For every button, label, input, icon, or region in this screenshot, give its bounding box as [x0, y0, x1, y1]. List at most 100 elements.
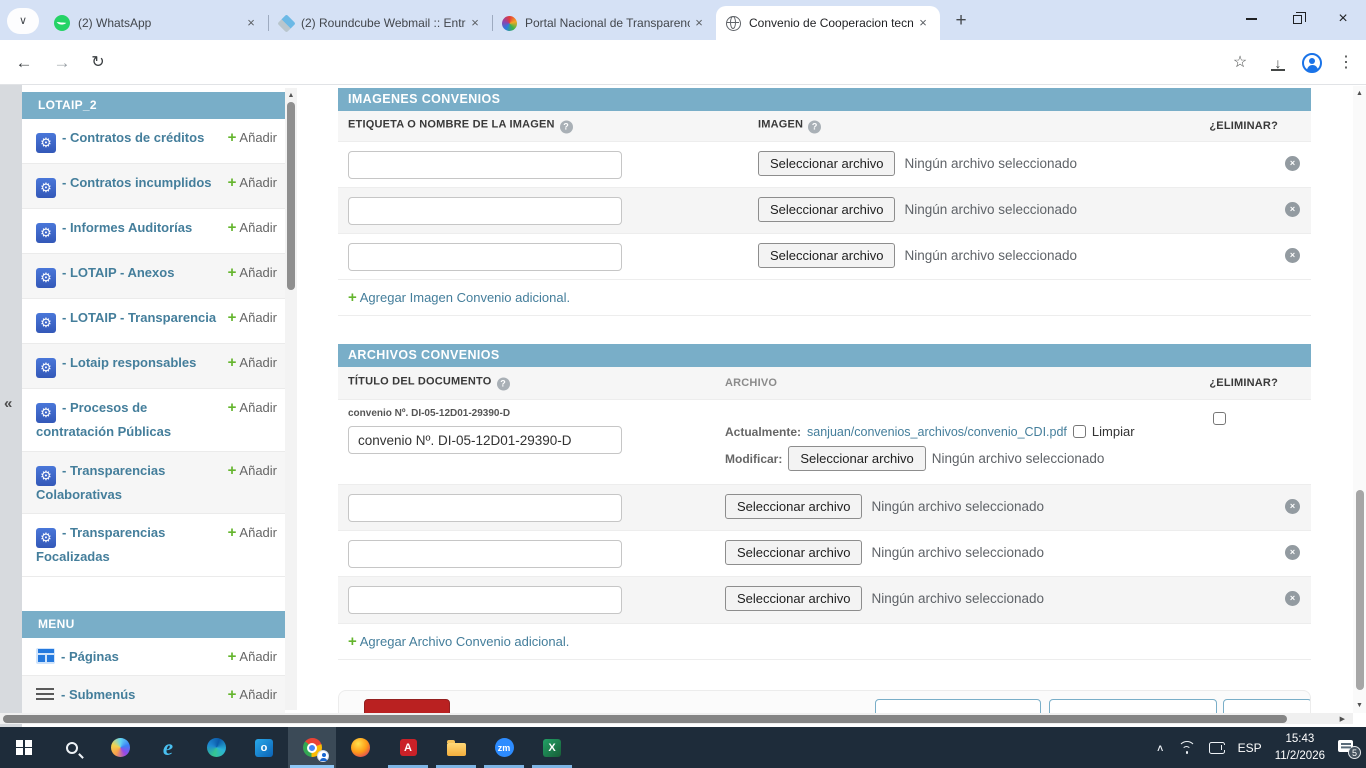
add-file-link[interactable]: Agregar Archivo Convenio adicional.	[360, 634, 570, 649]
select-file-button[interactable]: Seleccionar archivo	[725, 586, 862, 611]
select-file-button[interactable]: Seleccionar archivo	[725, 494, 862, 519]
vertical-scrollbar[interactable]: ▲ ▼	[1353, 86, 1366, 713]
sidebar-item-contratos-incumplidos[interactable]: ⚙- Contratos incumplidos +Añadir	[22, 164, 285, 209]
language-indicator[interactable]: ESP	[1238, 741, 1262, 755]
add-link[interactable]: +Añadir	[228, 219, 277, 236]
tab-portal-transparencia[interactable]: Portal Nacional de Transparenc ×	[492, 6, 716, 40]
taskbar-edge-button[interactable]	[192, 727, 240, 768]
delete-row-icon[interactable]: ×	[1285, 248, 1300, 263]
scroll-right-icon[interactable]: ▶	[1340, 715, 1345, 723]
sidebar-item-transparencias-focalizadas[interactable]: ⚙- Transparencias Focalizadas +Añadir	[22, 514, 285, 577]
add-link[interactable]: +Añadir	[228, 686, 277, 703]
sidebar-item-procesos-contratacion[interactable]: ⚙- Procesos de contratación Públicas +Añ…	[22, 389, 285, 452]
select-file-button[interactable]: Seleccionar archivo	[758, 151, 895, 176]
sidebar-scrollbar[interactable]: ▲	[285, 88, 297, 710]
sidebar-scrollbar-thumb[interactable]	[287, 102, 295, 290]
scroll-down-icon[interactable]: ▼	[1353, 702, 1366, 709]
select-file-button[interactable]: Seleccionar archivo	[758, 243, 895, 268]
window-minimize-button[interactable]	[1228, 0, 1274, 38]
tab-whatsapp[interactable]: (2) WhatsApp ×	[44, 6, 268, 40]
delete-row-icon[interactable]: ×	[1285, 202, 1300, 217]
add-link[interactable]: +Añadir	[228, 174, 277, 191]
window-maximize-button[interactable]	[1274, 0, 1320, 38]
delete-row-icon[interactable]: ×	[1285, 591, 1300, 606]
add-link[interactable]: +Añadir	[228, 399, 277, 416]
save-continue-button[interactable]	[1049, 699, 1217, 713]
document-title-input[interactable]	[348, 494, 622, 522]
scroll-up-icon[interactable]: ▲	[285, 88, 297, 99]
refresh-button[interactable]: ↻	[84, 49, 112, 77]
sidebar-item-submenus[interactable]: - Submenús +Añadir	[22, 676, 285, 715]
taskbar-copilot-button[interactable]	[96, 727, 144, 768]
taskbar-outlook-button[interactable]: o	[240, 727, 288, 768]
delete-row-icon[interactable]: ×	[1285, 499, 1300, 514]
tab-close-icon[interactable]: ×	[466, 14, 484, 32]
add-link[interactable]: +Añadir	[228, 354, 277, 371]
bookmark-star-icon[interactable]: ☆	[1226, 49, 1254, 77]
profile-avatar-icon[interactable]	[1302, 53, 1322, 73]
clock[interactable]: 15:43 11/2/2026	[1275, 731, 1325, 764]
start-button[interactable]	[0, 727, 48, 768]
add-link[interactable]: +Añadir	[228, 462, 277, 479]
notifications-icon[interactable]: 5	[1338, 739, 1358, 757]
image-label-input[interactable]	[348, 151, 622, 179]
sidebar-item-transparencias-colaborativas[interactable]: ⚙- Transparencias Colaborativas +Añadir	[22, 452, 285, 515]
sidebar-item-lotaip-responsables[interactable]: ⚙- Lotaip responsables +Añadir	[22, 344, 285, 389]
select-file-button[interactable]: Seleccionar archivo	[758, 197, 895, 222]
add-link[interactable]: +Añadir	[228, 648, 277, 665]
taskbar-zoom-button[interactable]: zm	[480, 727, 528, 768]
taskbar-file-explorer-button[interactable]	[432, 727, 480, 768]
downloads-icon[interactable]: ↓	[1264, 49, 1292, 77]
document-title-input[interactable]	[348, 426, 622, 454]
display-icon[interactable]	[1209, 742, 1225, 754]
tab-convenio-active[interactable]: Convenio de Cooperacion tecni ×	[716, 6, 940, 40]
save-button[interactable]	[1223, 699, 1311, 713]
delete-row-icon[interactable]: ×	[1285, 156, 1300, 171]
tab-roundcube[interactable]: (2) Roundcube Webmail :: Entra ×	[268, 6, 492, 40]
select-file-button[interactable]: Seleccionar archivo	[725, 540, 862, 565]
tab-close-icon[interactable]: ×	[914, 14, 932, 32]
wifi-icon[interactable]	[1178, 741, 1196, 754]
tray-expand-icon[interactable]: ∧	[1156, 742, 1165, 753]
image-label-input[interactable]	[348, 243, 622, 271]
clear-checkbox[interactable]	[1073, 425, 1086, 438]
delete-checkbox[interactable]	[1213, 412, 1226, 425]
sidebar-item-lotaip-anexos[interactable]: ⚙- LOTAIP - Anexos +Añadir	[22, 254, 285, 299]
save-add-another-button[interactable]	[875, 699, 1041, 713]
taskbar-acrobat-button[interactable]: A	[384, 727, 432, 768]
document-title-input[interactable]	[348, 586, 622, 614]
taskbar-ie-button[interactable]: e	[144, 727, 192, 768]
new-tab-button[interactable]: +	[948, 8, 974, 34]
tab-list-chevron-button[interactable]: ∨	[7, 8, 39, 34]
sidebar-item-informes-auditorias[interactable]: ⚙- Informes Auditorías +Añadir	[22, 209, 285, 254]
select-file-button[interactable]: Seleccionar archivo	[788, 446, 925, 471]
vertical-scrollbar-thumb[interactable]	[1356, 490, 1364, 690]
browser-menu-icon[interactable]: ⋮	[1332, 49, 1360, 77]
add-link[interactable]: +Añadir	[228, 309, 277, 326]
add-link[interactable]: +Añadir	[228, 524, 277, 541]
delete-row-icon[interactable]: ×	[1285, 545, 1300, 560]
current-file-link[interactable]: sanjuan/convenios_archivos/convenio_CDI.…	[807, 425, 1067, 439]
sidebar-item-lotaip-transparencia[interactable]: ⚙- LOTAIP - Transparencia +Añadir	[22, 299, 285, 344]
add-link[interactable]: +Añadir	[228, 264, 277, 281]
taskbar-chrome-button[interactable]	[288, 727, 336, 768]
tab-close-icon[interactable]: ×	[690, 14, 708, 32]
sidebar-collapse-icon[interactable]: «	[4, 395, 12, 412]
image-label-input[interactable]	[348, 197, 622, 225]
sidebar-item-paginas[interactable]: - Páginas +Añadir	[22, 638, 285, 677]
taskbar-excel-button[interactable]: X	[528, 727, 576, 768]
document-title-input[interactable]	[348, 540, 622, 568]
horizontal-scrollbar[interactable]: ▶	[0, 713, 1353, 724]
tab-close-icon[interactable]: ×	[242, 14, 260, 32]
back-button[interactable]: ←	[10, 49, 38, 77]
window-close-button[interactable]: ×	[1320, 0, 1366, 38]
add-image-link[interactable]: Agregar Imagen Convenio adicional.	[360, 290, 570, 305]
scroll-up-icon[interactable]: ▲	[1353, 86, 1366, 97]
horizontal-scrollbar-thumb[interactable]	[3, 715, 1287, 723]
taskbar-search-button[interactable]	[48, 727, 96, 768]
forward-button[interactable]: →	[48, 49, 76, 77]
add-link[interactable]: +Añadir	[228, 129, 277, 146]
sidebar-item-contratos-creditos[interactable]: ⚙- Contratos de créditos +Añadir	[22, 119, 285, 164]
delete-button[interactable]	[364, 699, 450, 713]
taskbar-firefox-button[interactable]	[336, 727, 384, 768]
